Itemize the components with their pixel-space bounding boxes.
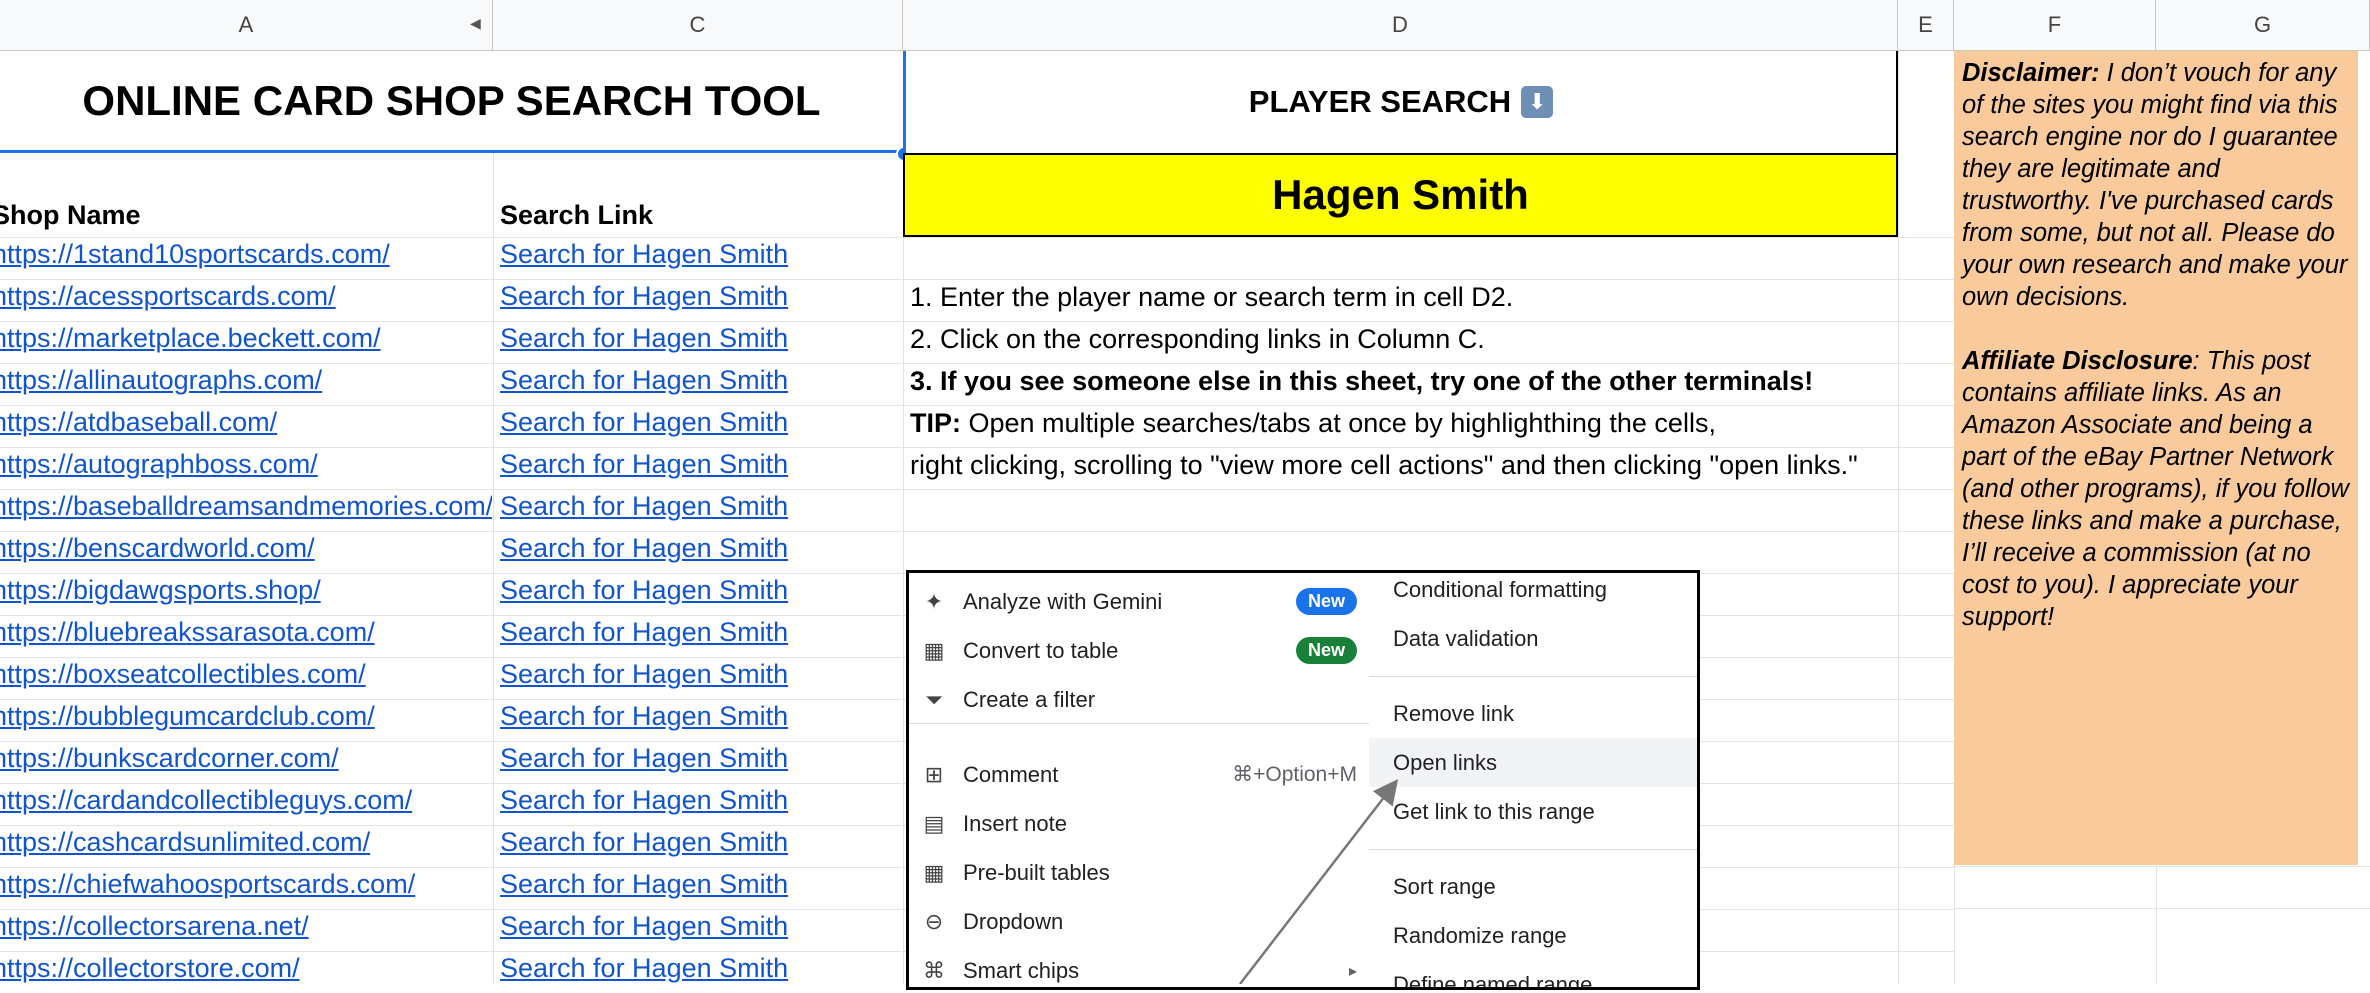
pointer-arrow	[1239, 779, 1399, 984]
